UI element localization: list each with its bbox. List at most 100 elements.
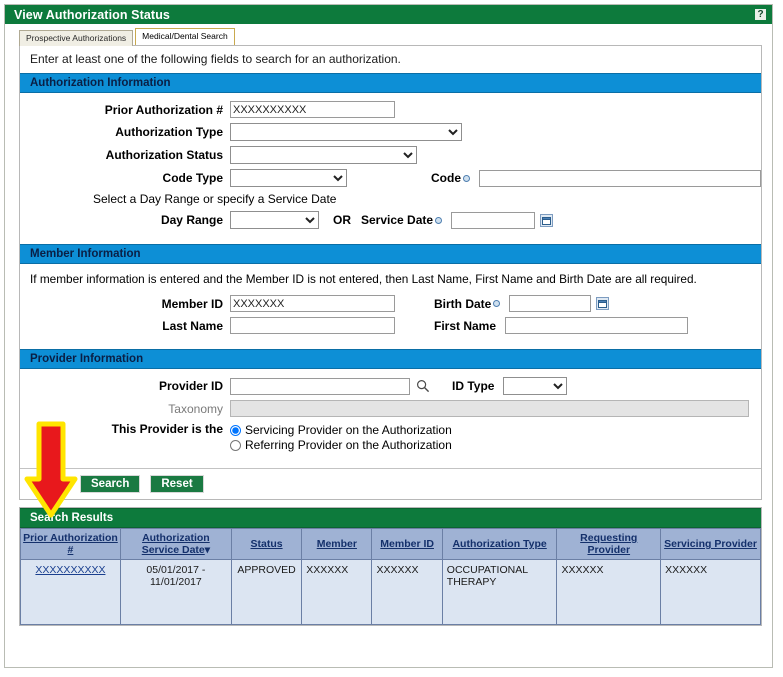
section-header-member-information: Member Information (20, 244, 761, 264)
column-header-member[interactable]: Member (301, 528, 373, 560)
day-range-select[interactable] (230, 211, 319, 229)
column-header-member-id[interactable]: Member ID (371, 528, 443, 560)
code-type-label: Code Type (162, 171, 223, 185)
column-header-status[interactable]: Status (230, 528, 303, 560)
authorization-type-label: Authorization Type (115, 125, 223, 139)
row-day-range-note: Select a Day Range or specify a Service … (20, 192, 761, 206)
tab-prospective-authorizations[interactable]: Prospective Authorizations (19, 30, 134, 46)
column-header-authorization-type[interactable]: Authorization Type (441, 528, 558, 560)
cell-authorization-type: OCCUPATIONAL THERAPY (441, 559, 558, 625)
column-header-requesting-provider-label: Requesting Provider (580, 532, 638, 556)
id-type-label: ID Type (452, 379, 495, 393)
code-type-select[interactable] (230, 169, 347, 187)
service-date-input[interactable] (451, 211, 536, 229)
member-id-input[interactable] (230, 295, 395, 312)
table-row: XXXXXXXXXX 05/01/2017 - 11/01/2017 APPRO… (20, 559, 761, 625)
form-instructions: Enter at least one of the following fiel… (30, 52, 401, 66)
code-label: Code (431, 171, 461, 185)
provider-id-input[interactable] (230, 377, 410, 395)
last-name-label: Last Name (162, 318, 223, 333)
page-title: View Authorization Status (14, 7, 170, 22)
column-header-prior-authorization[interactable]: Prior Authorization # (20, 528, 121, 560)
table-header-row: Prior Authorization # Authorization Serv… (20, 528, 761, 560)
radio-referring-provider-label: Referring Provider on the Authorization (245, 438, 452, 452)
search-results-panel: Search Results Prior Authorization # Aut… (19, 507, 762, 626)
tab-medical-dental-search[interactable]: Medical/Dental Search (135, 28, 235, 45)
taxonomy-label: Taxonomy (168, 401, 223, 416)
column-header-prior-authorization-label: Prior Authorization # (23, 532, 118, 556)
prior-authorization-link[interactable]: XXXXXXXXXX (35, 564, 105, 576)
column-header-requesting-provider[interactable]: Requesting Provider (556, 528, 662, 560)
cell-requesting-provider: XXXXXX (556, 559, 662, 625)
form-button-bar: Search Reset (20, 468, 761, 499)
id-type-select[interactable] (503, 377, 568, 395)
radio-servicing-provider[interactable]: Servicing Provider on the Authorization (230, 423, 452, 437)
code-label-wrap: Code (431, 171, 470, 185)
authorization-status-select[interactable] (230, 146, 417, 164)
section-body-provider-information: Provider ID ID Type Taxonomy This Provid… (20, 369, 761, 468)
sort-descending-icon: ▾ (204, 544, 211, 556)
birth-date-required-indicator-icon (493, 300, 501, 308)
prior-authorization-label: Prior Authorization # (104, 102, 223, 117)
first-name-input[interactable] (505, 317, 689, 334)
cell-member: XXXXXX (301, 559, 373, 625)
last-name-input[interactable] (230, 317, 395, 334)
cell-servicing-provider: XXXXXX (660, 559, 761, 625)
row-last-name-first-name: Last Name First Name (20, 317, 761, 334)
row-prior-authorization: Prior Authorization # (20, 101, 761, 118)
section-body-authorization-information: Prior Authorization # Authorization Type… (20, 93, 761, 244)
search-form-panel: Enter at least one of the following fiel… (19, 45, 762, 500)
search-button[interactable]: Search (80, 475, 141, 493)
authorization-type-select[interactable] (230, 123, 462, 141)
help-question-icon[interactable]: ? (754, 8, 767, 21)
column-header-servicing-provider[interactable]: Servicing Provider (660, 528, 761, 560)
section-header-provider-information: Provider Information (20, 349, 761, 369)
code-input[interactable] (479, 169, 761, 187)
cell-prior-authorization: XXXXXXXXXX (20, 559, 121, 625)
column-header-status-label: Status (250, 538, 283, 550)
section-header-search-results: Search Results (20, 508, 761, 528)
radio-referring-provider[interactable]: Referring Provider on the Authorization (230, 438, 452, 452)
column-header-servicing-provider-label: Servicing Provider (664, 538, 757, 550)
row-day-range-service-date: Day Range OR Service Date (20, 211, 761, 229)
first-name-label: First Name (434, 318, 497, 333)
birth-date-label-wrap: Birth Date (434, 296, 501, 311)
reset-button[interactable]: Reset (150, 475, 204, 493)
cell-service-date: 05/01/2017 - 11/01/2017 (119, 559, 232, 625)
screenshot-root: View Authorization Status ? Prospective … (0, 0, 783, 677)
provider-role-radio-group: Servicing Provider on the Authorization … (230, 422, 452, 453)
birth-date-input[interactable] (509, 295, 592, 312)
prior-authorization-input[interactable] (230, 101, 395, 118)
radio-servicing-provider-label: Servicing Provider on the Authorization (245, 423, 452, 437)
cell-member-id: XXXXXX (371, 559, 443, 625)
member-id-label: Member ID (161, 296, 223, 311)
cell-status: APPROVED (230, 559, 303, 625)
row-member-id-birth-date: Member ID Birth Date (20, 295, 761, 312)
radio-servicing-provider-input[interactable] (230, 424, 241, 436)
window-titlebar: View Authorization Status ? (5, 5, 772, 24)
row-code-type-and-code: Code Type Code (20, 169, 761, 187)
service-date-required-indicator-icon (435, 216, 443, 224)
code-required-indicator-icon (463, 174, 470, 182)
section-body-member-information: If member information is entered and the… (20, 264, 761, 349)
birth-date-label: Birth Date (434, 296, 492, 311)
column-header-member-id-label: Member ID (380, 538, 434, 550)
row-this-provider-is-the: This Provider is the Servicing Provider … (20, 422, 761, 453)
column-header-authorization-service-date-label: Authorization Service Date (141, 532, 210, 556)
search-results-table: Prior Authorization # Authorization Serv… (20, 528, 761, 625)
day-range-instruction: Select a Day Range or specify a Service … (93, 192, 337, 206)
service-date-label-wrap: Service Date (361, 213, 443, 227)
or-separator-label: OR (333, 213, 351, 227)
red-down-arrow-annotation (24, 421, 78, 518)
provider-id-magnifier-icon[interactable] (416, 379, 430, 393)
provider-id-label: Provider ID (158, 379, 223, 393)
row-authorization-status: Authorization Status (20, 146, 761, 164)
column-header-authorization-type-label: Authorization Type (452, 538, 547, 550)
authorization-status-label: Authorization Status (105, 148, 223, 162)
taxonomy-input (230, 400, 749, 417)
service-date-calendar-icon[interactable] (540, 213, 554, 227)
radio-referring-provider-input[interactable] (230, 439, 241, 451)
row-taxonomy: Taxonomy (20, 400, 761, 417)
column-header-authorization-service-date[interactable]: Authorization Service Date▾ (119, 528, 232, 560)
birth-date-calendar-icon[interactable] (596, 297, 610, 310)
